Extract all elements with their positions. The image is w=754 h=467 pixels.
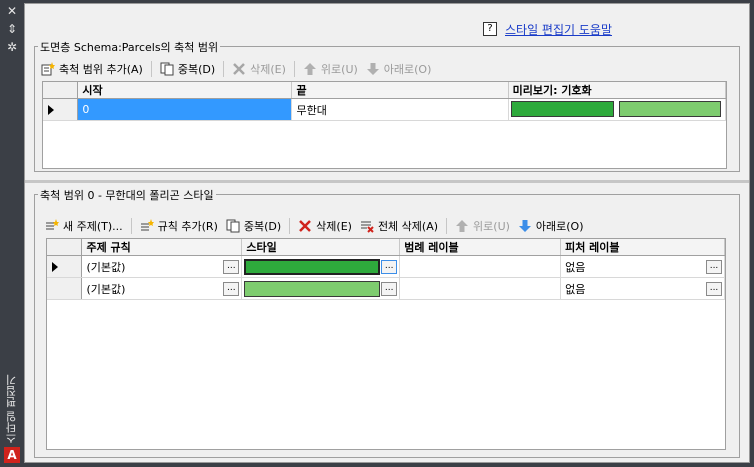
- arrow-up-icon: [455, 219, 469, 233]
- current-row-arrow-icon: [48, 104, 54, 115]
- close-icon[interactable]: ✕: [4, 4, 20, 18]
- scale-range-grid: 시작 끝 미리보기: 기호화 0 무한대: [42, 81, 727, 169]
- delete-all-label: 전체 삭제(A): [377, 220, 439, 233]
- move-range-down-button[interactable]: 아래로(O): [362, 59, 436, 79]
- add-scale-range-icon: [41, 62, 55, 76]
- move-range-down-label: 아래로(O): [383, 63, 432, 76]
- edit-feature-label-button[interactable]: ...: [706, 260, 722, 274]
- column-header-feature-label[interactable]: 피처 레이블: [560, 239, 725, 256]
- delete-rule-button[interactable]: 삭제(E): [294, 216, 356, 236]
- edit-style-button[interactable]: ...: [381, 282, 398, 296]
- delete-rule-label: 삭제(E): [316, 220, 352, 233]
- move-range-up-button[interactable]: 위로(U): [299, 59, 362, 79]
- column-header-end[interactable]: 끝: [291, 82, 509, 99]
- help-row: ? 스타일 편집기 도움말: [483, 20, 612, 38]
- move-range-up-label: 위로(U): [320, 63, 358, 76]
- move-rule-up-button[interactable]: 위로(U): [451, 216, 514, 236]
- table-row[interactable]: (기본값)... ... 없음...: [47, 255, 725, 278]
- arrow-down-icon: [518, 219, 532, 233]
- add-rule-label: 규칙 추가(R): [157, 220, 218, 233]
- duplicate-range-label: 중복(D): [177, 63, 216, 76]
- theme-rule-cell[interactable]: (기본값)...: [81, 255, 243, 278]
- arrow-up-icon: [303, 62, 317, 76]
- edit-rule-button[interactable]: ...: [223, 260, 240, 274]
- duplicate-range-button[interactable]: 중복(D): [156, 59, 219, 79]
- column-header-legend-label[interactable]: 범례 레이블: [399, 239, 562, 256]
- delete-range-label: 삭제(E): [250, 63, 286, 76]
- polygon-style-grid: 주제 규칙 스타일 범례 레이블 피처 레이블 (기본값)... ... 없음.…: [46, 238, 726, 450]
- polygon-style-toolbar: 새 주제(T)... 규칙 추가(R) 중복(D) 삭제(E) 전체 삭제(A): [41, 216, 588, 236]
- delete-all-button[interactable]: 전체 삭제(A): [356, 216, 442, 236]
- move-rule-down-button[interactable]: 아래로(O): [514, 216, 588, 236]
- edit-rule-button[interactable]: ...: [223, 282, 240, 296]
- delete-range-button[interactable]: 삭제(E): [228, 59, 290, 79]
- scale-range-toolbar: 축척 범위 추가(A) 중복(D) 삭제(E) 위로(U) 아래로(O): [37, 59, 435, 79]
- add-rule-button[interactable]: 규칙 추가(R): [136, 216, 222, 236]
- theme-rule-cell[interactable]: (기본값)...: [81, 277, 243, 300]
- legend-label-cell[interactable]: [399, 277, 562, 300]
- feature-label-cell[interactable]: 없음...: [560, 255, 725, 278]
- delete-x-icon: [232, 62, 246, 76]
- scale-range-group-title: 도면층 Schema:Parcels의 축척 범위: [38, 39, 221, 55]
- feature-label-cell[interactable]: 없음...: [560, 277, 725, 300]
- table-row[interactable]: 0 무한대: [43, 98, 726, 121]
- column-header-preview[interactable]: 미리보기: 기호화: [508, 82, 726, 99]
- style-swatch[interactable]: [244, 281, 381, 297]
- polygon-style-group-title: 축척 범위 0 - 무한대의 폴리곤 스타일: [38, 187, 216, 203]
- row-header-corner: [43, 82, 79, 99]
- current-row-arrow-icon: [52, 261, 58, 272]
- style-editor-panel: ? 스타일 편집기 도움말 도면층 Schema:Parcels의 축척 범위 …: [24, 3, 750, 463]
- style-swatch[interactable]: [244, 259, 381, 275]
- column-header-start[interactable]: 시작: [77, 82, 293, 99]
- palette-title: 스타일 편집기: [5, 374, 18, 445]
- table-row[interactable]: (기본값)... ... 없음...: [47, 277, 725, 300]
- edit-feature-label-button[interactable]: ...: [706, 282, 722, 296]
- add-scale-range-label: 축척 범위 추가(A): [59, 63, 143, 76]
- add-rule-icon: [140, 219, 154, 233]
- row-selector[interactable]: [47, 277, 83, 300]
- preview-swatch-2: [618, 101, 721, 117]
- row-selector[interactable]: [43, 98, 79, 121]
- duplicate-icon: [226, 219, 240, 233]
- style-cell[interactable]: ...: [241, 255, 401, 278]
- range-end-cell[interactable]: 무한대: [291, 98, 509, 121]
- move-rule-up-label: 위로(U): [473, 220, 510, 233]
- new-theme-button[interactable]: 새 주제(T)...: [41, 216, 127, 236]
- delete-all-icon: [360, 219, 374, 233]
- help-link[interactable]: 스타일 편집기 도움말: [505, 21, 612, 38]
- autocad-logo-icon: A: [4, 447, 20, 463]
- edit-style-button[interactable]: ...: [381, 260, 398, 274]
- new-theme-icon: [45, 219, 59, 233]
- duplicate-rule-label: 중복(D): [243, 220, 282, 233]
- row-header-corner: [47, 239, 83, 256]
- style-cell[interactable]: ...: [241, 277, 401, 300]
- preview-cell: [508, 98, 726, 121]
- panel-splitter[interactable]: [25, 180, 749, 183]
- new-theme-label: 새 주제(T)...: [63, 220, 123, 233]
- column-header-theme-rule[interactable]: 주제 규칙: [81, 239, 243, 256]
- properties-gear-icon[interactable]: ✲: [4, 40, 20, 54]
- row-selector[interactable]: [47, 255, 83, 278]
- duplicate-rule-button[interactable]: 중복(D): [222, 216, 285, 236]
- range-start-cell[interactable]: 0: [77, 98, 293, 121]
- auto-hide-icon[interactable]: ⇕: [4, 22, 20, 36]
- delete-x-icon: [298, 219, 312, 233]
- add-scale-range-button[interactable]: 축척 범위 추가(A): [37, 59, 147, 79]
- duplicate-icon: [160, 62, 174, 76]
- legend-label-cell[interactable]: [399, 255, 562, 278]
- palette-title-bar[interactable]: ✕ ⇕ ✲ 스타일 편집기 A: [0, 0, 24, 467]
- arrow-down-icon: [366, 62, 380, 76]
- help-icon: ?: [483, 22, 497, 36]
- move-rule-down-label: 아래로(O): [535, 220, 584, 233]
- preview-swatch-1: [510, 101, 614, 117]
- column-header-style[interactable]: 스타일: [241, 239, 401, 256]
